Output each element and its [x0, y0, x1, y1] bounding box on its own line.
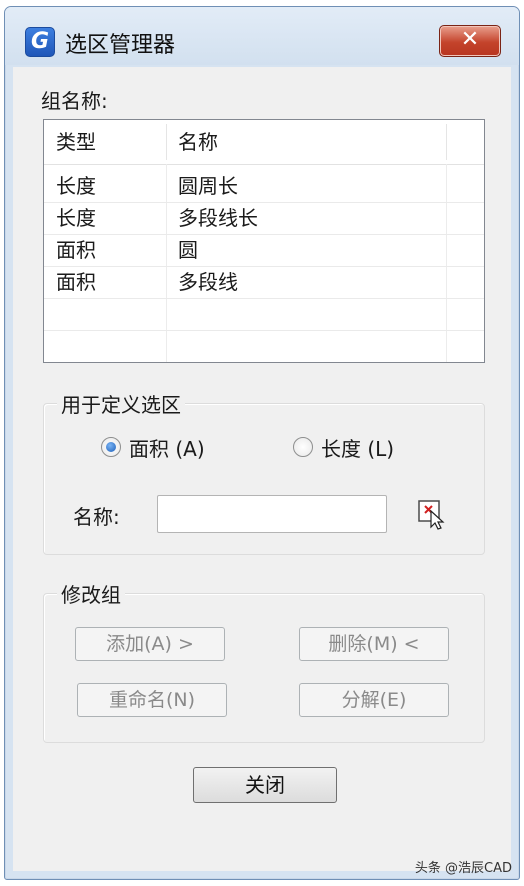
add-button[interactable]: 添加(A) >	[75, 627, 225, 661]
table-row[interactable]: 面积 圆	[44, 234, 484, 267]
table-row[interactable]: 面积 多段线	[44, 266, 484, 299]
app-logo-icon: G	[25, 27, 55, 57]
cell-type: 面积	[56, 238, 96, 262]
delete-button[interactable]: 删除(M) <	[299, 627, 449, 661]
column-header-name[interactable]: 名称	[166, 120, 446, 164]
modify-group-box	[43, 593, 485, 743]
watermark: 头条 @浩辰CAD	[414, 861, 512, 876]
table-row[interactable]: 长度 多段线长	[44, 202, 484, 235]
pick-select-icon[interactable]	[417, 499, 447, 531]
table-row[interactable]: 长度 圆周长	[44, 170, 484, 203]
cell-type: 长度	[56, 174, 96, 198]
rename-button[interactable]: 重命名(N)	[77, 683, 227, 717]
length-radio-label[interactable]: 长度 (L)	[321, 433, 394, 462]
empty-row	[44, 330, 484, 362]
dialog-client: 组名称: 类型 名称 长度 圆周长 长度 多段线长 面积 圆 面积 多段线 用于…	[13, 67, 511, 871]
cell-type: 长度	[56, 206, 96, 230]
empty-row	[44, 298, 484, 331]
length-radio[interactable]	[293, 437, 313, 457]
cell-type: 面积	[56, 270, 96, 294]
header-divider	[446, 124, 447, 160]
title-bar[interactable]: G 选区管理器 ✕	[5, 7, 519, 65]
selection-manager-dialog: G 选区管理器 ✕ 组名称: 类型 名称 长度 圆周长 长度 多段线长 面积 圆…	[4, 6, 520, 880]
cell-name: 圆	[178, 238, 198, 262]
modify-group-title: 修改组	[57, 579, 125, 608]
list-header: 类型 名称	[44, 120, 484, 165]
group-name-label: 组名称:	[41, 89, 108, 113]
cell-name: 圆周长	[178, 174, 238, 198]
define-group-title: 用于定义选区	[57, 389, 185, 418]
explode-button[interactable]: 分解(E)	[299, 683, 449, 717]
area-radio-label[interactable]: 面积 (A)	[129, 433, 205, 462]
area-radio[interactable]	[101, 437, 121, 457]
window-close-button[interactable]: ✕	[439, 25, 501, 57]
radio-selected-dot	[106, 442, 116, 452]
cell-name: 多段线长	[178, 206, 258, 230]
column-header-type[interactable]: 类型	[44, 120, 166, 164]
cell-name: 多段线	[178, 270, 238, 294]
name-label: 名称:	[73, 505, 120, 529]
close-button[interactable]: 关闭	[193, 767, 337, 803]
name-input[interactable]	[157, 495, 387, 533]
window-title: 选区管理器	[65, 33, 176, 58]
group-list[interactable]: 类型 名称 长度 圆周长 长度 多段线长 面积 圆 面积 多段线	[43, 119, 485, 363]
